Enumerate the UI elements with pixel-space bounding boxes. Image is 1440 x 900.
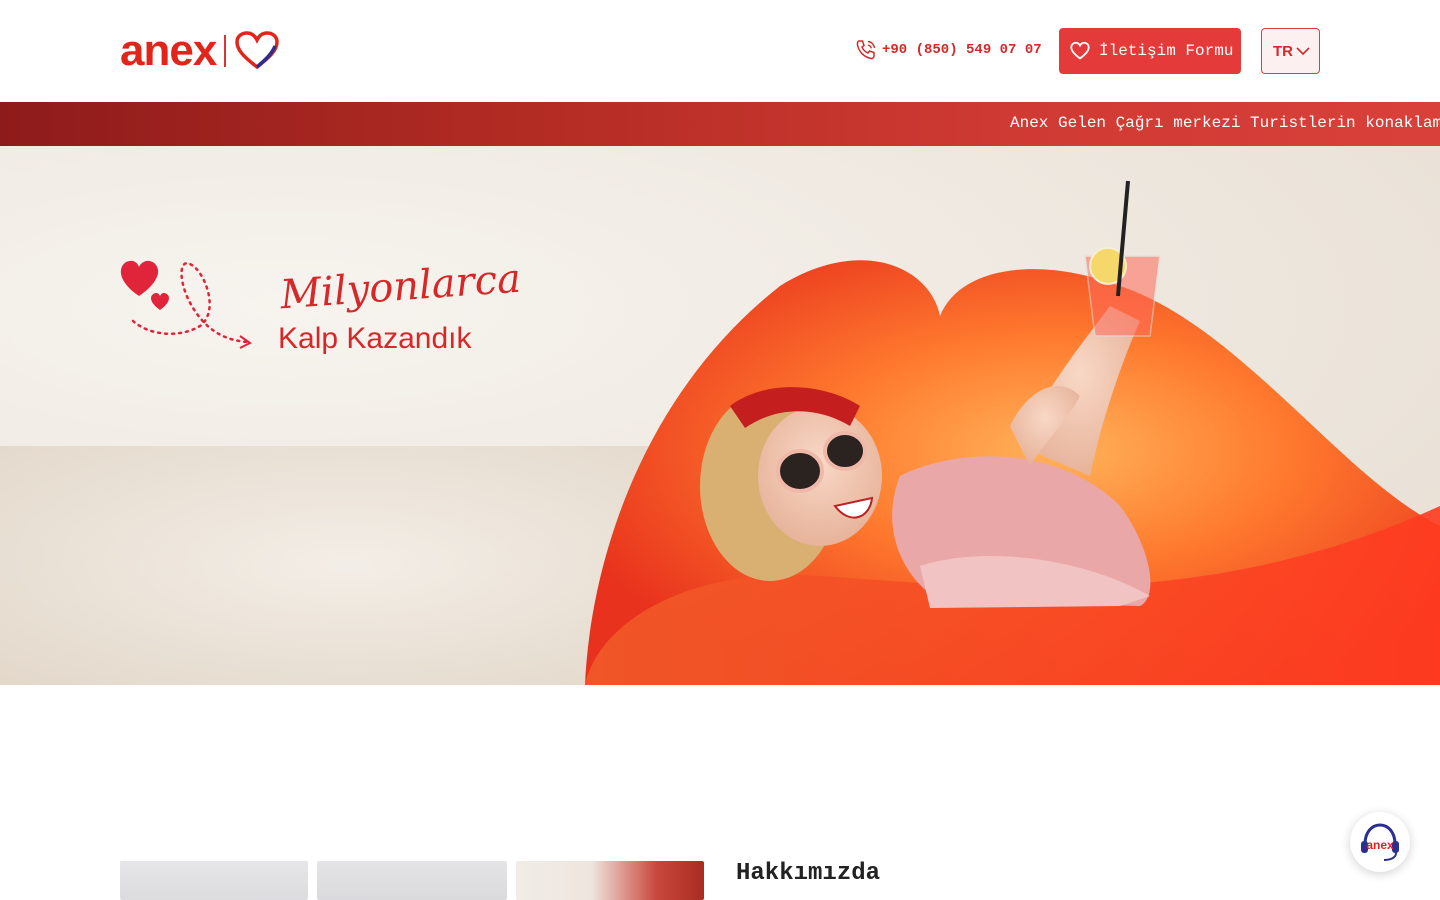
anex-logo[interactable]: anex: [120, 26, 302, 75]
headset-icon: anex: [1361, 823, 1399, 861]
announcement-ticker: Anex Gelen Çağrı merkezi Turistlerin kon…: [0, 102, 1440, 146]
hero-image: [0, 180, 1440, 685]
gallery-image-2[interactable]: [317, 861, 507, 900]
logo-wordmark: anex: [120, 26, 217, 75]
logo-divider: [224, 35, 226, 67]
hero-title-line2: Kalp Kazandık: [278, 322, 472, 355]
support-logo-text: anex: [1366, 838, 1394, 852]
phone-icon: [856, 40, 876, 60]
heart-icon: [1070, 41, 1090, 60]
ticker-text: Anex Gelen Çağrı merkezi Turistlerin kon…: [1010, 114, 1440, 132]
contact-form-label: İletişim Formu: [1099, 42, 1234, 60]
phone-number: +90 (850) 549 07 07: [882, 42, 1042, 58]
language-code: TR: [1273, 42, 1293, 60]
gallery-image-3[interactable]: [516, 861, 704, 900]
support-chat-button[interactable]: anex: [1350, 812, 1410, 872]
site-header: anex +90 (850) 549 07 07 İletişim Formu …: [0, 0, 1440, 102]
hero-banner: Milyonlarca Kalp Kazandık: [0, 146, 1440, 685]
gallery-image-1[interactable]: [120, 861, 308, 900]
chevron-down-icon: [1296, 47, 1310, 56]
language-selector[interactable]: TR: [1261, 28, 1320, 74]
logo-heart-icon: [235, 31, 279, 70]
about-title: Hakkımızda: [736, 860, 881, 887]
contact-form-button[interactable]: İletişim Formu: [1059, 28, 1241, 74]
phone-link[interactable]: +90 (850) 549 07 07: [854, 38, 1042, 62]
